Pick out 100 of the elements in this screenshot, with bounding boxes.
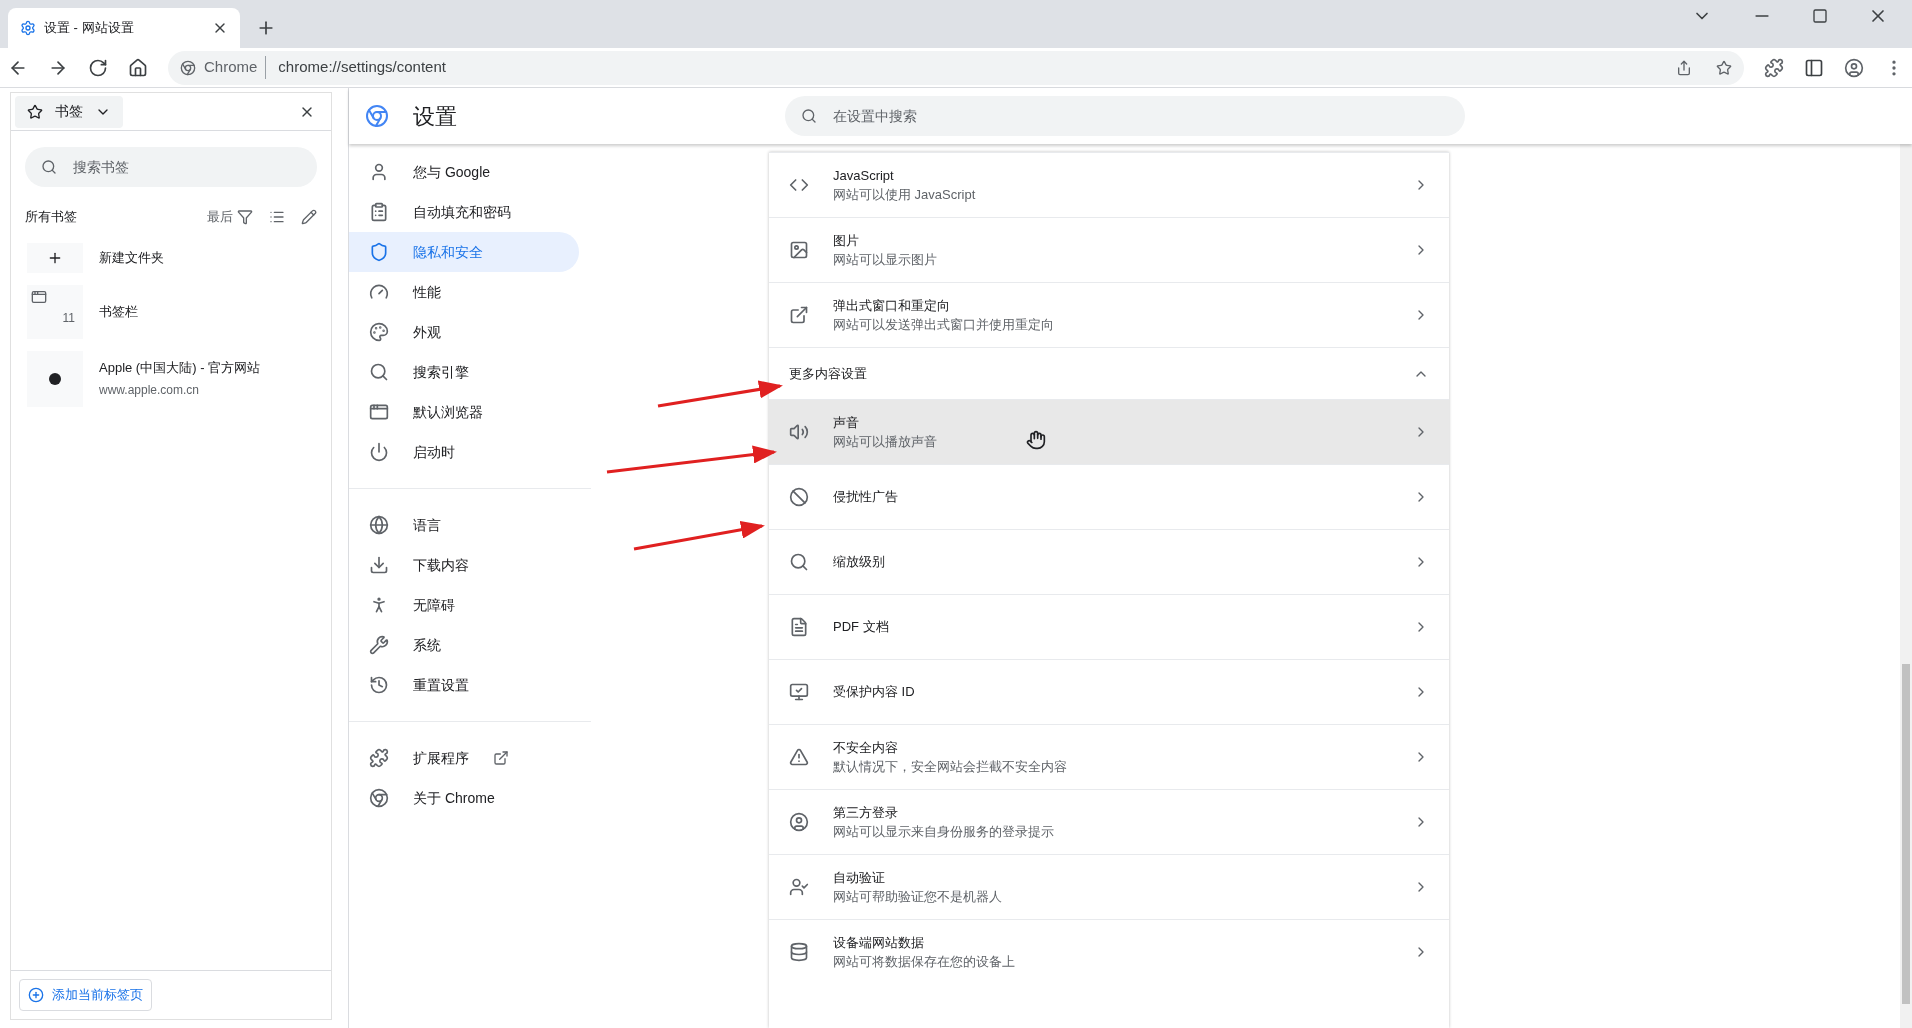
window-icon — [31, 288, 47, 305]
image-icon — [789, 240, 809, 260]
row-subtitle: 网站可以播放声音 — [833, 433, 937, 451]
address-bar[interactable]: Chrome chrome://settings/content — [168, 50, 1744, 85]
add-tab-button[interactable]: 添加当前标签页 — [19, 979, 152, 1011]
favicon-icon — [49, 372, 61, 385]
row-subtitle: 网站可以显示来自身份服务的登录提示 — [833, 823, 1054, 841]
row-title: 第三方登录 — [833, 803, 898, 822]
user-circle-icon — [789, 812, 809, 832]
nav-item[interactable]: 自动填充和密码 — [349, 192, 579, 232]
sort-button[interactable]: 最后 — [207, 207, 233, 227]
row-subtitle: 网站可帮助验证您不是机器人 — [833, 888, 1002, 906]
chrome-icon — [369, 788, 389, 808]
row-title: 不安全内容 — [833, 738, 898, 757]
nav-item[interactable]: 搜索引擎 — [349, 352, 579, 392]
puzzle-icon — [369, 748, 389, 768]
chrome-icon — [180, 59, 196, 76]
search-icon — [789, 552, 809, 572]
star-icon[interactable] — [1716, 59, 1732, 76]
nav-item[interactable]: 启动时 — [349, 432, 579, 472]
row-title: 图片 — [833, 231, 859, 250]
side-panel-icon[interactable] — [1804, 57, 1824, 78]
row-title: PDF 文档 — [833, 618, 889, 637]
puzzle-icon[interactable] — [1764, 57, 1784, 78]
database-icon — [789, 942, 809, 962]
settings-row[interactable]: 侵扰性广告 — [769, 464, 1449, 529]
row-title: 声音 — [833, 413, 859, 432]
row-title: 缩放级别 — [833, 553, 885, 572]
nav-item[interactable]: 您与 Google — [349, 152, 579, 192]
bookmark-title: Apple (中国大陆) - 官方网站 — [99, 358, 261, 377]
blocked-icon — [789, 487, 809, 507]
row-subtitle: 默认情况下，安全网站会拦截不安全内容 — [833, 758, 1067, 776]
bookmark-title: 书签栏 — [99, 302, 138, 321]
user-check-icon — [789, 877, 809, 897]
external-link-icon — [789, 305, 809, 325]
window-icon — [369, 402, 389, 422]
bookmarks-menu[interactable]: 书签 — [15, 95, 123, 128]
row-title: 设备端网站数据 — [833, 933, 924, 952]
gear-icon — [20, 20, 36, 36]
nav-item[interactable]: 外观 — [349, 312, 579, 352]
row-subtitle: 网站可以发送弹出式窗口并使用重定向 — [833, 316, 1054, 334]
settings-row[interactable]: 图片 网站可以显示图片 — [769, 217, 1449, 282]
settings-row[interactable]: 不安全内容 默认情况下，安全网站会拦截不安全内容 — [769, 724, 1449, 789]
settings-row[interactable]: 自动验证 网站可帮助验证您不是机器人 — [769, 854, 1449, 919]
row-title: 自动验证 — [833, 868, 885, 887]
bookmark-url: www.apple.com.cn — [99, 382, 201, 400]
hand-cursor-icon — [1026, 430, 1046, 450]
nav-item[interactable]: 重置设置 — [349, 665, 579, 705]
nav-item[interactable]: 扩展程序 — [349, 738, 599, 778]
monitor-check-icon — [789, 682, 809, 702]
nav-item[interactable]: 系统 — [349, 625, 579, 665]
settings-row[interactable]: 声音 网站可以播放声音 — [769, 399, 1449, 464]
external-link-icon — [493, 750, 509, 766]
profile-icon[interactable] — [1844, 57, 1864, 78]
chrome-logo-icon — [365, 104, 389, 128]
bookmark-item[interactable]: 新建文件夹 — [27, 242, 315, 273]
nav-item[interactable]: 隐私和安全 — [349, 232, 579, 272]
maximize-icon[interactable] — [1812, 8, 1828, 24]
search-icon — [801, 108, 817, 124]
download-icon — [369, 555, 389, 575]
nav-item[interactable]: 性能 — [349, 272, 579, 312]
settings-row[interactable]: 受保护内容 ID — [769, 659, 1449, 724]
nav-item[interactable]: 默认浏览器 — [349, 392, 579, 432]
power-icon — [369, 442, 389, 462]
nav-item[interactable]: 下载内容 — [349, 545, 579, 585]
browser-tab[interactable]: 设置 - 网站设置 — [8, 8, 240, 48]
scrollbar-thumb[interactable] — [1902, 664, 1910, 1004]
settings-row[interactable]: 弹出式窗口和重定向 网站可以发送弹出式窗口并使用重定向 — [769, 282, 1449, 347]
plus-icon — [28, 987, 44, 1003]
row-title: 受保护内容 ID — [833, 683, 915, 702]
home-icon[interactable] — [128, 57, 148, 78]
nav-item[interactable]: 无障碍 — [349, 585, 579, 625]
url-text: chrome://settings/content — [277, 57, 447, 78]
star-icon — [27, 103, 43, 120]
settings-row[interactable]: 设备端网站数据 网站可将数据保存在您的设备上 — [769, 919, 1449, 984]
settings-row[interactable]: PDF 文档 — [769, 594, 1449, 659]
settings-row[interactable]: 缩放级别 — [769, 529, 1449, 594]
bookmark-item[interactable]: Apple (中国大陆) - 官方网站 www.apple.com.cn — [27, 350, 315, 407]
bookmark-item[interactable]: 11 书签栏 — [27, 284, 315, 339]
search-field[interactable]: 搜索书签 — [25, 147, 317, 187]
warning-icon — [789, 747, 809, 767]
shield-icon — [369, 242, 389, 262]
nav-item[interactable]: 语言 — [349, 505, 579, 545]
section-heading: 所有书签 — [25, 208, 78, 226]
site-label: Chrome — [204, 56, 267, 79]
row-title: 弹出式窗口和重定向 — [833, 296, 950, 315]
page-title: 设置 — [413, 102, 458, 131]
share-icon[interactable] — [1676, 59, 1692, 76]
search-field[interactable]: 在设置中搜索 — [785, 96, 1465, 136]
search-icon — [369, 362, 389, 382]
row-subtitle: 网站可以显示图片 — [833, 251, 937, 269]
row-title: JavaScript — [833, 166, 894, 185]
pencil-icon[interactable] — [301, 208, 317, 225]
settings-row[interactable]: 第三方登录 网站可以显示来自身份服务的登录提示 — [769, 789, 1449, 854]
reload-icon[interactable] — [88, 57, 108, 78]
nav-item[interactable]: 关于 Chrome — [349, 778, 599, 818]
bookmark-title: 新建文件夹 — [99, 248, 164, 267]
person-icon — [369, 162, 389, 182]
settings-row[interactable]: JavaScript 网站可以使用 JavaScript — [769, 152, 1449, 217]
filter-icon[interactable] — [237, 208, 253, 225]
